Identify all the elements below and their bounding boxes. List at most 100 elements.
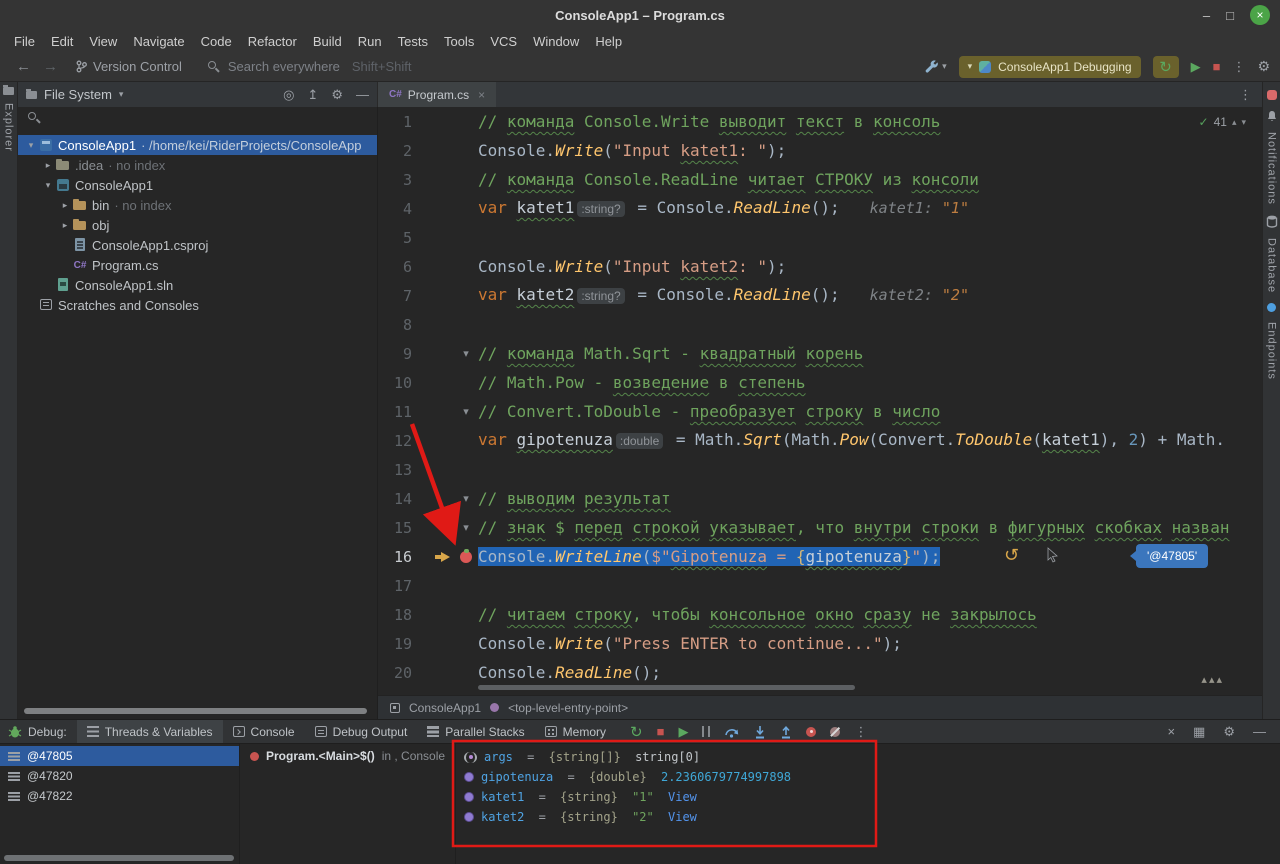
code-text[interactable]: // Convert.ToDouble - преобразует строку… [478, 397, 1262, 426]
debug-tab-parallel-stacks[interactable]: Parallel Stacks [417, 720, 534, 743]
code-line-5[interactable]: 5 [378, 223, 1262, 252]
code-line-17[interactable]: 17 [378, 571, 1262, 600]
line-number[interactable]: 7 [378, 287, 412, 305]
fold-marker-icon[interactable]: ▾ [463, 347, 469, 360]
forward-icon[interactable]: → [37, 58, 64, 75]
menu-run[interactable]: Run [350, 34, 390, 49]
tree-item-scratches[interactable]: Scratches and Consoles [18, 295, 377, 315]
back-icon[interactable]: ← [10, 58, 37, 75]
tree-item-consoleapp1-solution[interactable]: ▾ConsoleApp1 · /home/kei/RiderProjects/C… [18, 135, 377, 155]
stripe-item-database[interactable]: Database [1266, 238, 1278, 293]
inspections-widget[interactable]: ✓ 41 ▴ ▾ [1195, 114, 1250, 130]
problems-icon[interactable] [1267, 90, 1277, 100]
code-line-4[interactable]: 4var katet1:string? = Console.ReadLine()… [378, 194, 1262, 223]
chevron-right-icon[interactable]: ▸ [41, 160, 55, 171]
code-text[interactable]: // Math.Pow - возведение в степень [478, 368, 1262, 397]
chevron-down-icon[interactable]: ▾ [119, 89, 124, 100]
chevron-down-icon[interactable]: ▾ [24, 140, 38, 151]
debug-tab-memory[interactable]: Memory [535, 720, 616, 743]
code-line-15[interactable]: 15▾// знак $ перед строкой указывает, чт… [378, 513, 1262, 542]
code-text[interactable]: Console.Write("Input katet2: "); [478, 252, 1262, 281]
stop-debug-icon[interactable]: ■ [657, 724, 665, 739]
minimize-button[interactable]: – [1203, 8, 1210, 23]
thread-row[interactable]: @47822 [0, 786, 239, 806]
line-number[interactable]: 1 [378, 113, 412, 131]
code-line-9[interactable]: 9 ▾ // команда Math.Sqrt - квадратный коре… [378, 339, 1262, 368]
tree-item-idea-folder[interactable]: ▸.idea · no index [18, 155, 377, 175]
code-text[interactable]: Console.Write("Press ENTER to continue..… [478, 629, 1262, 658]
menu-tests[interactable]: Tests [390, 34, 436, 49]
line-number[interactable]: 6 [378, 258, 412, 276]
tree-item-sln-file[interactable]: ConsoleApp1.sln [18, 275, 377, 295]
view-breakpoints-icon[interactable] [806, 727, 816, 737]
panel-settings-icon[interactable]: ⚙ [331, 87, 343, 103]
debug-settings-icon[interactable]: ⚙ [1223, 724, 1235, 740]
rerun-debug-icon[interactable]: ↻ [630, 723, 643, 741]
breakpoint-icon[interactable] [460, 551, 472, 563]
code-line-1[interactable]: 1// команда Console.Write выводит текст … [378, 107, 1262, 136]
database-icon[interactable] [1266, 215, 1278, 228]
mute-breakpoints-icon[interactable] [830, 727, 840, 737]
close-debug-icon[interactable]: × [1167, 724, 1175, 739]
line-number[interactable]: 16 [378, 548, 412, 566]
code-line-18[interactable]: 18// читаем строку, чтобы консольное окн… [378, 600, 1262, 629]
prev-problem-icon[interactable]: ▴ [1232, 117, 1237, 128]
maximize-button[interactable]: □ [1226, 8, 1234, 23]
menu-window[interactable]: Window [525, 34, 587, 49]
jump-to-line-icon[interactable]: ↺ [1004, 545, 1019, 566]
code-line-2[interactable]: 2Console.Write("Input katet1: "); [378, 136, 1262, 165]
line-number[interactable]: 15 [378, 519, 412, 537]
code-text[interactable]: Console.ReadLine(); [478, 658, 1262, 687]
project-view-mode[interactable]: File System [44, 87, 112, 102]
line-number[interactable]: 9 [378, 345, 412, 363]
code-text[interactable]: // команда Console.ReadLine читает СТРОК… [478, 165, 1262, 194]
tree-item-csproj-file[interactable]: ConsoleApp1.csproj [18, 235, 377, 255]
tree-item-obj-folder[interactable]: ▸obj [18, 215, 377, 235]
stripe-item-endpoints[interactable]: Endpoints [1266, 322, 1278, 380]
line-number[interactable]: 19 [378, 635, 412, 653]
code-line-8[interactable]: 8 [378, 310, 1262, 339]
thread-row[interactable]: @47805 [0, 746, 239, 766]
close-button[interactable]: × [1250, 5, 1270, 25]
line-number[interactable]: 13 [378, 461, 412, 479]
hide-debug-icon[interactable]: — [1253, 724, 1266, 739]
thread-row[interactable]: @47820 [0, 766, 239, 786]
breadcrumb-entry-point[interactable]: <top-level-entry-point> [508, 701, 628, 715]
run-button[interactable]: ▶ [1191, 59, 1201, 75]
menu-edit[interactable]: Edit [43, 34, 81, 49]
stripe-item-notifications[interactable]: Notifications [1266, 132, 1278, 205]
line-number[interactable]: 8 [378, 316, 412, 334]
line-number[interactable]: 10 [378, 374, 412, 392]
fold-marker-icon[interactable]: ▾ [463, 492, 469, 505]
code-text[interactable]: // команда Math.Sqrt - квадратный корень [478, 339, 1262, 368]
layout-icon[interactable]: ▦ [1193, 724, 1205, 740]
debug-more-icon[interactable]: ⋮ [854, 724, 867, 740]
locate-file-icon[interactable]: ◎ [283, 87, 294, 103]
menu-navigate[interactable]: Navigate [125, 34, 192, 49]
endpoints-icon[interactable] [1267, 303, 1276, 312]
code-line-7[interactable]: 7var katet2:string? = Console.ReadLine()… [378, 281, 1262, 310]
frame-row[interactable]: Program.<Main>$() in , Console [240, 746, 455, 766]
tree-item-program-cs-file[interactable]: C#Program.cs [18, 255, 377, 275]
line-number[interactable]: 2 [378, 142, 412, 160]
view-link[interactable]: View [661, 810, 697, 824]
run-configuration-widget[interactable]: ▾ ConsoleApp1 Debugging [959, 56, 1141, 78]
step-out-icon[interactable] [780, 725, 792, 739]
menu-vcs[interactable]: VCS [482, 34, 525, 49]
code-line-11[interactable]: 11▾// Convert.ToDouble - преобразует стр… [378, 397, 1262, 426]
debug-tab-console[interactable]: Console [223, 720, 305, 743]
code-line-10[interactable]: 10 // Math.Pow - возведение в степень [378, 368, 1262, 397]
tab-close-icon[interactable]: × [478, 88, 485, 102]
hide-panel-icon[interactable]: — [356, 87, 369, 102]
resume-icon[interactable]: ▶ [678, 724, 688, 740]
next-problem-icon[interactable]: ▾ [1241, 117, 1246, 128]
code-line-3[interactable]: 3// команда Console.ReadLine читает СТРО… [378, 165, 1262, 194]
explorer-stripe-icon[interactable] [3, 87, 14, 95]
variable-row-katet2[interactable]: katet2 = {string} "2" View [456, 807, 1280, 827]
code-line-13[interactable]: 13 [378, 455, 1262, 484]
code-text[interactable]: // знак $ перед строкой указывает, что в… [478, 513, 1262, 542]
line-number[interactable]: 4 [378, 200, 412, 218]
stripe-item-explorer[interactable]: Explorer [3, 103, 15, 152]
line-number[interactable]: 17 [378, 577, 412, 595]
line-number[interactable]: 12 [378, 432, 412, 450]
